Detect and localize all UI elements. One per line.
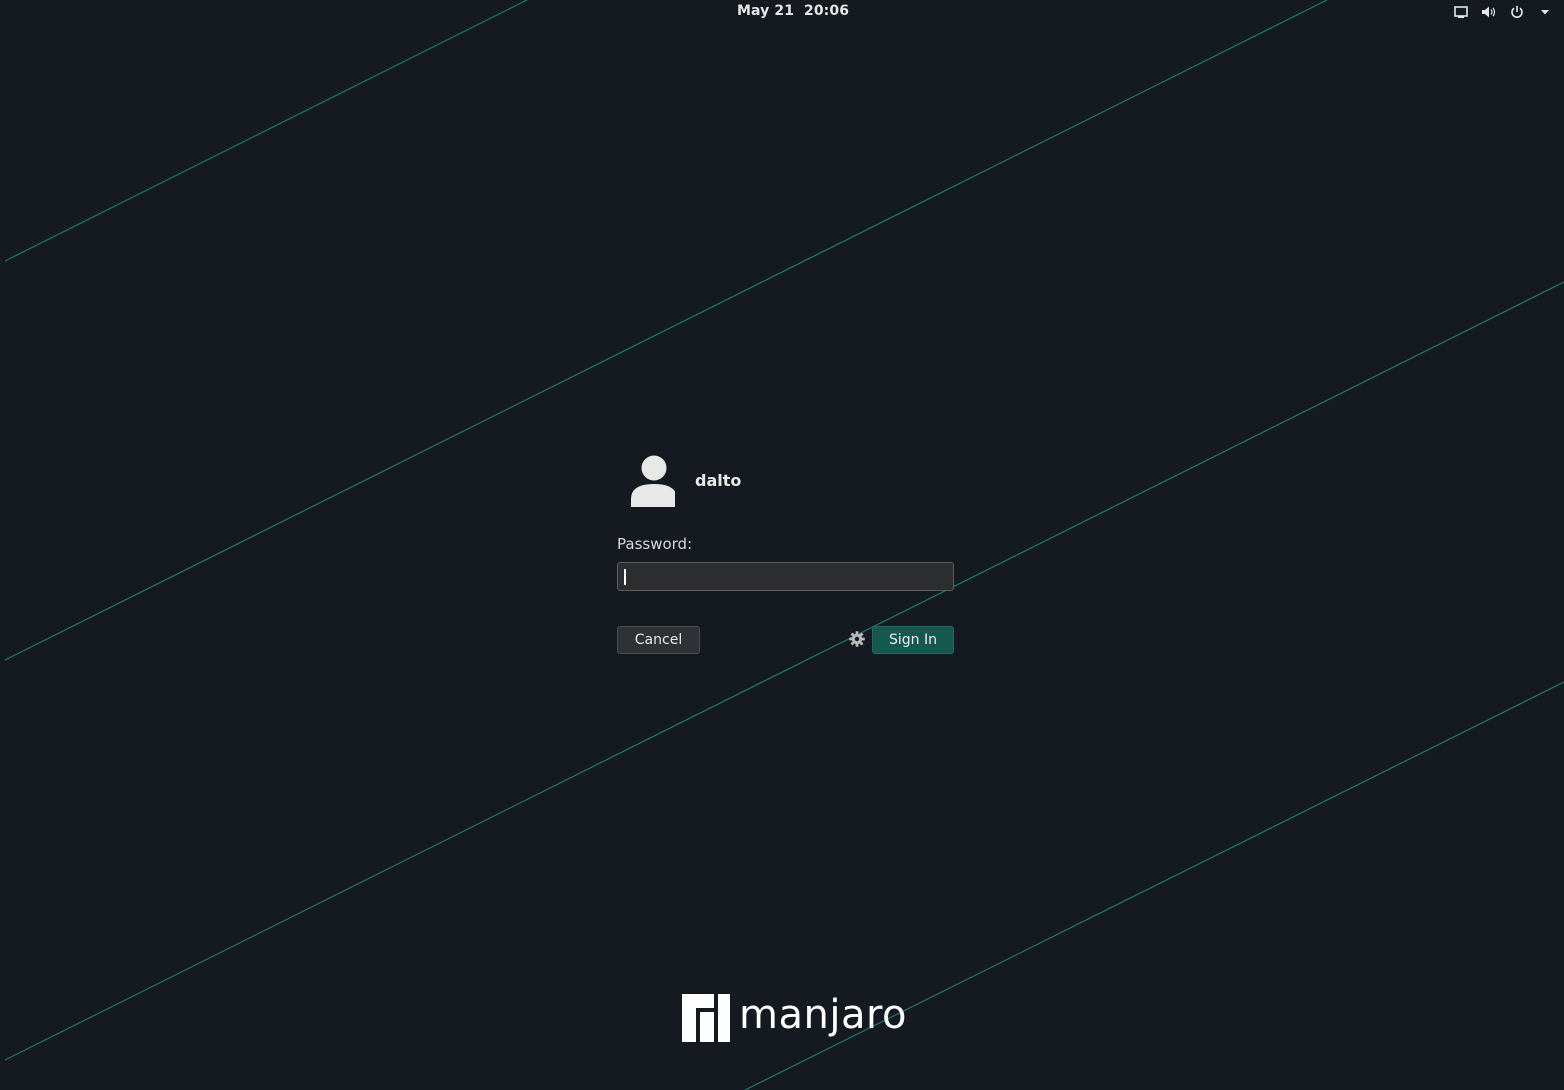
user-row[interactable]: dalto bbox=[617, 452, 741, 508]
display-icon[interactable] bbox=[1452, 3, 1470, 21]
wallpaper-line bbox=[4, 0, 1328, 661]
top-bar: May 21 20:06 bbox=[0, 0, 1564, 24]
username-label: dalto bbox=[695, 470, 742, 490]
sign-in-button[interactable]: Sign In bbox=[872, 626, 954, 654]
login-screen: May 21 20:06 dalto Password: Cancel Sign… bbox=[0, 0, 1564, 1090]
user-avatar-icon bbox=[617, 452, 681, 508]
manjaro-logo-icon bbox=[682, 994, 730, 1042]
manjaro-logo: manjaro bbox=[681, 992, 907, 1044]
system-tray[interactable] bbox=[1452, 3, 1554, 21]
wallpaper-line bbox=[4, 0, 528, 262]
clock[interactable]: May 21 20:06 bbox=[737, 3, 849, 19]
chevron-down-icon[interactable] bbox=[1536, 3, 1554, 21]
wallpaper bbox=[4, 0, 1564, 1090]
gear-icon[interactable] bbox=[848, 630, 866, 648]
cancel-button[interactable]: Cancel bbox=[617, 626, 700, 654]
volume-icon[interactable] bbox=[1480, 3, 1498, 21]
power-icon[interactable] bbox=[1508, 3, 1526, 21]
wallpaper-line bbox=[4, 281, 1564, 1061]
password-input[interactable] bbox=[617, 562, 954, 591]
manjaro-wordmark: manjaro bbox=[739, 992, 907, 1038]
password-label: Password: bbox=[617, 535, 693, 553]
text-cursor bbox=[624, 569, 626, 585]
